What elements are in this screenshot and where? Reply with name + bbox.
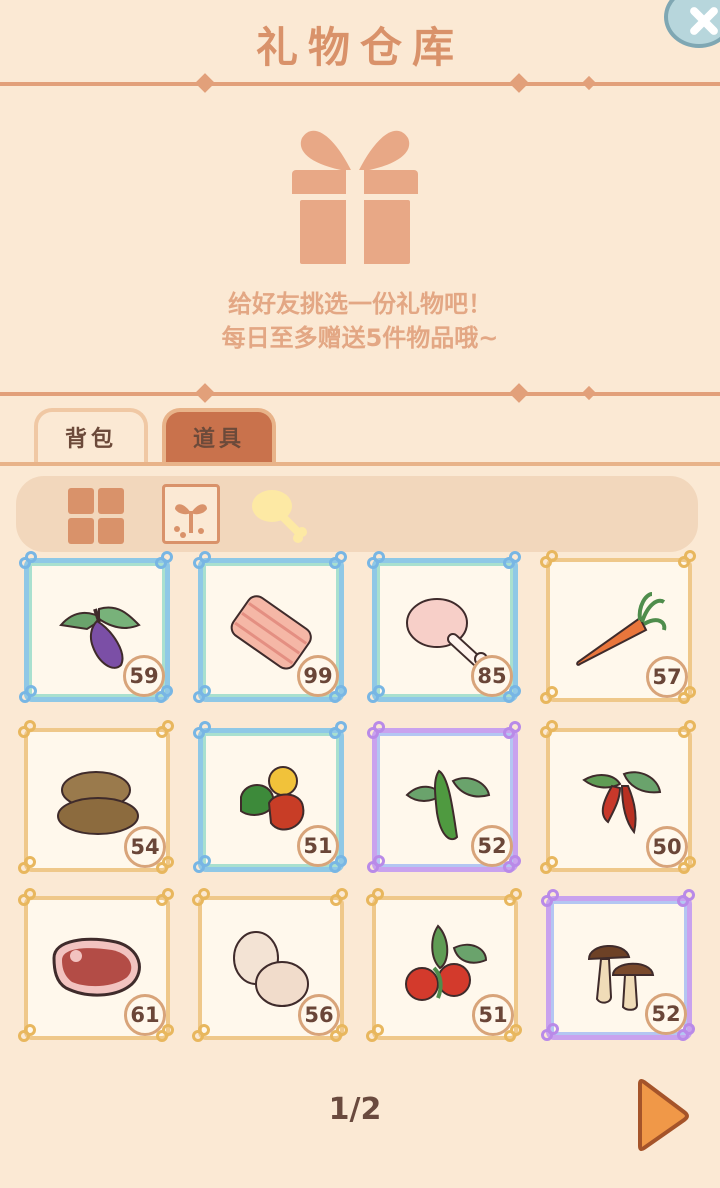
item-count: 59 bbox=[123, 655, 165, 697]
item-slot-steak[interactable]: 61 bbox=[18, 888, 174, 1042]
item-slot-potato[interactable]: 54 bbox=[18, 720, 174, 874]
item-count: 57 bbox=[646, 656, 688, 698]
next-page-button[interactable] bbox=[638, 1076, 690, 1154]
item-slot-mushroom[interactable]: 52 bbox=[541, 889, 695, 1041]
item-count: 51 bbox=[297, 825, 339, 867]
grid-icon[interactable] bbox=[64, 484, 128, 548]
drumstick-icon[interactable] bbox=[248, 482, 314, 548]
item-slot-ribs[interactable]: 99 bbox=[193, 551, 347, 703]
item-count: 52 bbox=[645, 993, 687, 1035]
page-indicator: 1/2 bbox=[328, 1092, 382, 1127]
sprout-icon[interactable] bbox=[162, 484, 220, 544]
item-slot-carrot[interactable]: 57 bbox=[540, 550, 696, 704]
item-slot-pepper[interactable]: 51 bbox=[193, 721, 347, 873]
item-slot-tomato[interactable]: 51 bbox=[366, 888, 522, 1042]
item-count: 54 bbox=[124, 826, 166, 868]
item-slot-drumstick[interactable]: 85 bbox=[367, 551, 521, 703]
bottom-divider bbox=[0, 382, 720, 406]
item-slot-eggplant[interactable]: 59 bbox=[19, 551, 173, 703]
gift-hint-line2: 每日至多赠送5件物品哦~ bbox=[221, 324, 499, 352]
item-count: 99 bbox=[297, 655, 339, 697]
item-count: 56 bbox=[298, 994, 340, 1036]
gift-hint-line1: 给好友挑选一份礼物吧！ bbox=[228, 290, 492, 318]
item-slot-eggs[interactable]: 56 bbox=[192, 888, 348, 1042]
page-title: 礼物仓库 bbox=[255, 23, 464, 72]
tab-props[interactable]: 道具 bbox=[162, 408, 276, 466]
tab-backpack[interactable]: 背包 bbox=[34, 408, 148, 466]
item-count: 50 bbox=[646, 826, 688, 868]
item-count: 52 bbox=[471, 825, 513, 867]
item-slot-chili[interactable]: 50 bbox=[540, 720, 696, 874]
top-divider bbox=[0, 72, 720, 96]
gift-icon bbox=[292, 130, 418, 264]
item-count: 51 bbox=[472, 994, 514, 1036]
item-slot-cucumber[interactable]: 52 bbox=[367, 721, 521, 873]
item-count: 85 bbox=[471, 655, 513, 697]
item-count: 61 bbox=[124, 994, 166, 1036]
